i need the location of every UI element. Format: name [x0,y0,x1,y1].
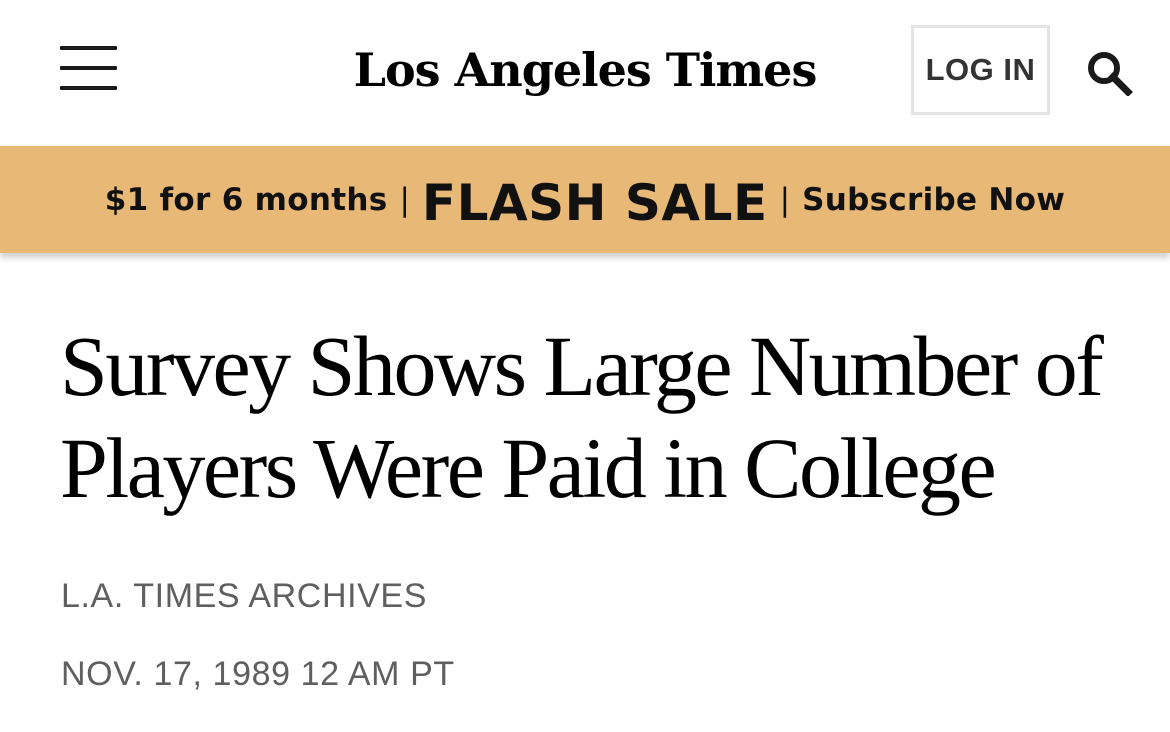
search-icon [1088,52,1133,97]
promo-offer-text: $1 for 6 months [104,181,388,218]
article-headline: Survey Shows Large Number of Players Wer… [60,315,1140,519]
promo-flash-sale-text: FLASH SALE [421,173,768,232]
site-logo[interactable]: Los Angeles Times [340,34,830,106]
article-byline[interactable]: L.A. TIMES ARCHIVES [61,577,427,616]
article-dateline: NOV. 17, 1989 12 AM PT [61,655,455,693]
login-button[interactable]: LOG IN [911,25,1050,115]
subscription-promo-banner[interactable]: $1 for 6 months | FLASH SALE | Subscribe… [0,146,1170,253]
subscribe-now-link[interactable]: Subscribe Now [802,182,1065,218]
promo-separator: | [399,181,410,218]
hamburger-menu-icon-bar [60,86,117,90]
hamburger-menu-icon-bar [60,66,117,70]
search-button[interactable] [1084,48,1136,97]
article-page: Los Angeles Times LOG IN $1 for 6 months… [0,0,1170,732]
hamburger-menu-icon [60,46,117,50]
headline-line: Survey Shows Large Number of [60,318,1104,414]
menu-button[interactable] [58,46,120,92]
site-header: Los Angeles Times LOG IN [0,0,1170,142]
promo-separator: | [779,181,791,218]
headline-line: Players Were Paid in College [60,420,997,516]
